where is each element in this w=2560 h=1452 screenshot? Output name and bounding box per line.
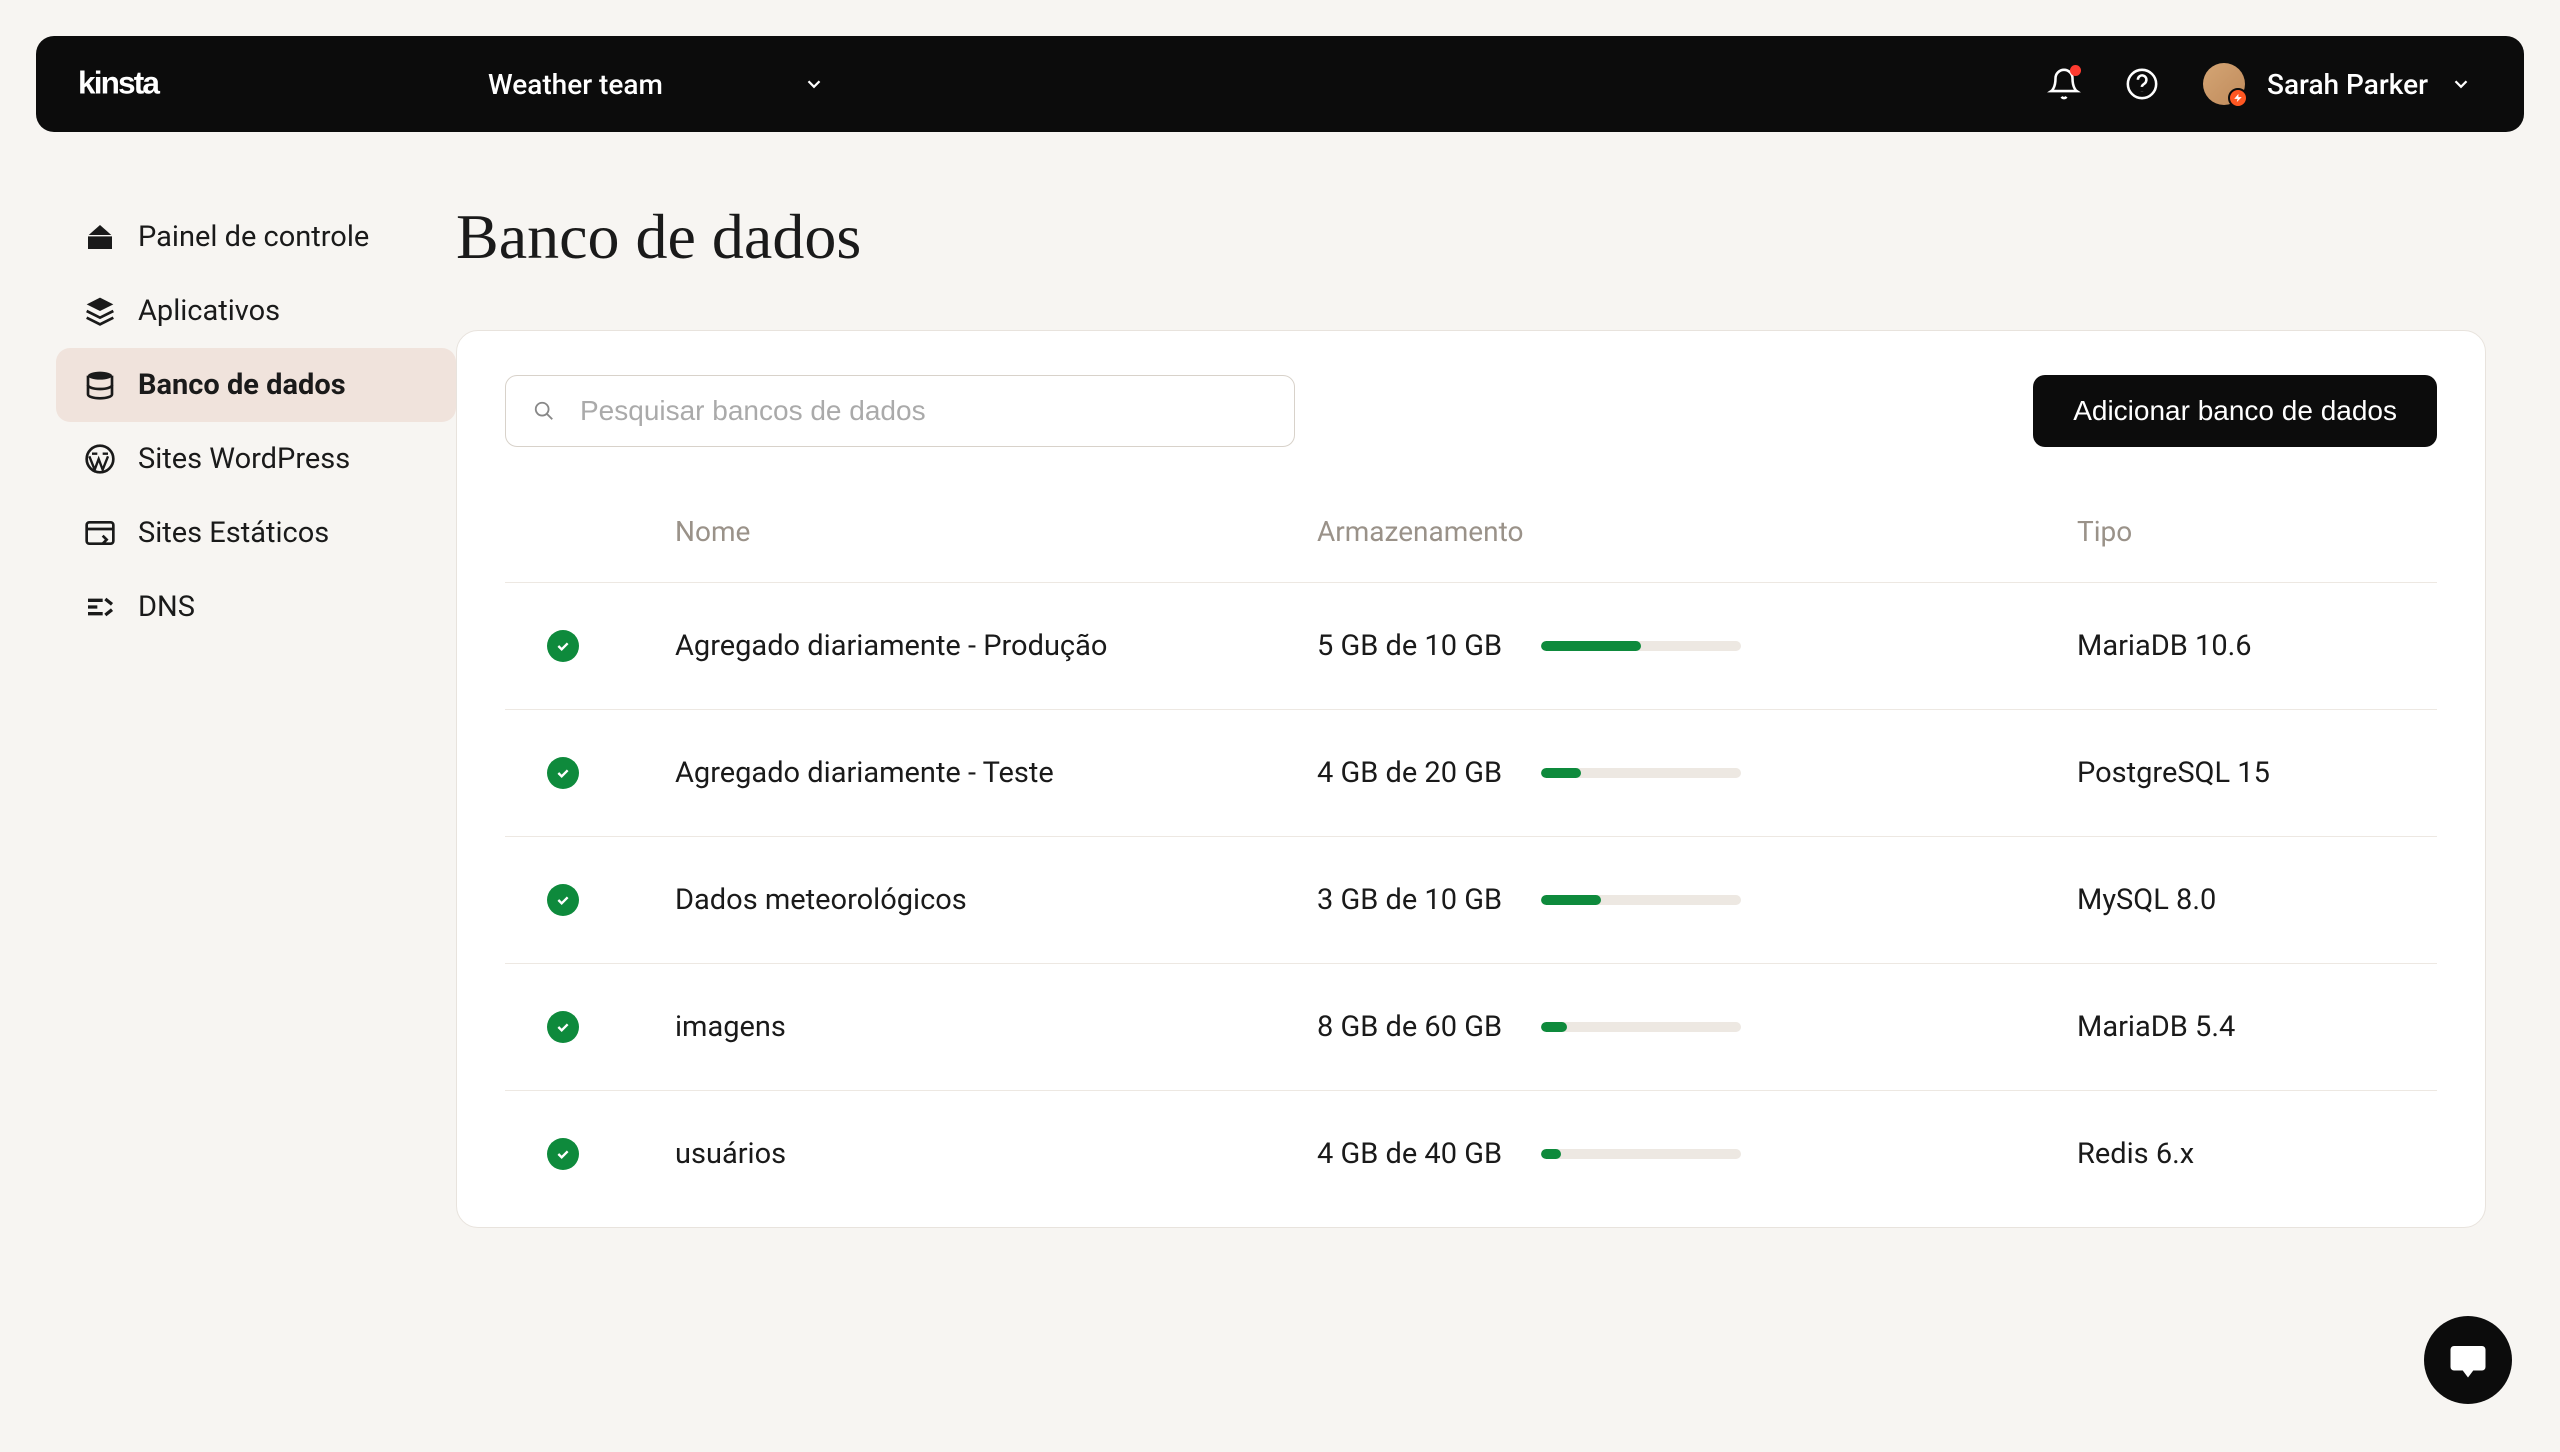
search-input[interactable] bbox=[505, 375, 1295, 447]
storage-text: 8 GB de 60 GB bbox=[1317, 1010, 1517, 1044]
status-ok-icon bbox=[547, 884, 579, 916]
sidebar-item-databases[interactable]: Banco de dados bbox=[56, 348, 456, 422]
storage-text: 3 GB de 10 GB bbox=[1317, 883, 1517, 917]
db-name: imagens bbox=[675, 1010, 1317, 1044]
top-header: kinsta Weather team Sarah Parker bbox=[36, 36, 2524, 132]
svg-text:kinsta: kinsta bbox=[78, 65, 160, 100]
storage-progress bbox=[1541, 1149, 1741, 1159]
dns-icon bbox=[84, 591, 116, 623]
db-type: PostgreSQL 15 bbox=[2077, 756, 2437, 790]
table-row[interactable]: Agregado diariamente - Produção 5 GB de … bbox=[505, 583, 2437, 710]
chat-icon bbox=[2447, 1339, 2489, 1381]
db-name: usuários bbox=[675, 1137, 1317, 1171]
user-menu[interactable]: Sarah Parker bbox=[2203, 63, 2472, 105]
sidebar-item-dns[interactable]: DNS bbox=[56, 570, 456, 644]
db-name: Agregado diariamente - Produção bbox=[675, 629, 1317, 663]
sidebar-item-applications[interactable]: Aplicativos bbox=[56, 274, 456, 348]
search-icon bbox=[533, 400, 555, 422]
sidebar-item-label: Painel de controle bbox=[138, 220, 369, 254]
status-ok-icon bbox=[547, 1138, 579, 1170]
storage-progress bbox=[1541, 768, 1741, 778]
help-button[interactable] bbox=[2125, 67, 2159, 101]
chat-widget[interactable] bbox=[2424, 1316, 2512, 1404]
team-name: Weather team bbox=[488, 68, 663, 101]
status-ok-icon bbox=[547, 630, 579, 662]
sidebar-item-label: Aplicativos bbox=[138, 294, 280, 328]
db-name: Dados meteorológicos bbox=[675, 883, 1317, 917]
col-name: Nome bbox=[675, 515, 1317, 548]
team-selector[interactable]: Weather team bbox=[488, 68, 825, 101]
notification-dot bbox=[2070, 65, 2081, 76]
sidebar-item-label: Sites WordPress bbox=[138, 442, 350, 476]
browser-icon bbox=[84, 517, 116, 549]
storage-text: 4 GB de 20 GB bbox=[1317, 756, 1517, 790]
database-icon bbox=[84, 369, 116, 401]
notifications-button[interactable] bbox=[2047, 67, 2081, 101]
table-row[interactable]: usuários 4 GB de 40 GB Redis 6.x bbox=[505, 1091, 2437, 1227]
sidebar-item-wordpress[interactable]: Sites WordPress bbox=[56, 422, 456, 496]
help-icon bbox=[2125, 67, 2159, 101]
layers-icon bbox=[84, 295, 116, 327]
avatar-bolt-badge bbox=[2228, 88, 2248, 108]
col-type: Tipo bbox=[2077, 515, 2437, 548]
sidebar-item-label: Sites Estáticos bbox=[138, 516, 329, 550]
chevron-down-icon bbox=[2450, 73, 2472, 95]
storage-progress bbox=[1541, 641, 1741, 651]
wordpress-icon bbox=[84, 443, 116, 475]
sidebar-item-static-sites[interactable]: Sites Estáticos bbox=[56, 496, 456, 570]
table-row[interactable]: imagens 8 GB de 60 GB MariaDB 5.4 bbox=[505, 964, 2437, 1091]
home-icon bbox=[84, 221, 116, 253]
status-ok-icon bbox=[547, 757, 579, 789]
avatar bbox=[2203, 63, 2245, 105]
database-panel: Adicionar banco de dados Nome Armazename… bbox=[456, 330, 2486, 1228]
db-type: MariaDB 10.6 bbox=[2077, 629, 2437, 663]
chevron-down-icon bbox=[803, 73, 825, 95]
db-type: MariaDB 5.4 bbox=[2077, 1010, 2437, 1044]
sidebar: Painel de controle Aplicativos Banco de … bbox=[36, 200, 456, 1228]
sidebar-item-label: DNS bbox=[138, 590, 195, 624]
search-wrapper bbox=[505, 375, 1295, 447]
storage-progress bbox=[1541, 1022, 1741, 1032]
sidebar-item-dashboard[interactable]: Painel de controle bbox=[56, 200, 456, 274]
status-ok-icon bbox=[547, 1011, 579, 1043]
table-row[interactable]: Agregado diariamente - Teste 4 GB de 20 … bbox=[505, 710, 2437, 837]
db-name: Agregado diariamente - Teste bbox=[675, 756, 1317, 790]
storage-text: 5 GB de 10 GB bbox=[1317, 629, 1517, 663]
storage-text: 4 GB de 40 GB bbox=[1317, 1137, 1517, 1171]
sidebar-item-label: Banco de dados bbox=[138, 368, 346, 402]
add-database-button[interactable]: Adicionar banco de dados bbox=[2033, 375, 2437, 447]
storage-progress bbox=[1541, 895, 1741, 905]
table-row[interactable]: Dados meteorológicos 3 GB de 10 GB MySQL… bbox=[505, 837, 2437, 964]
page-title: Banco de dados bbox=[456, 200, 2486, 274]
col-storage: Armazenamento bbox=[1317, 515, 2077, 548]
database-table: Nome Armazenamento Tipo Agregado diariam… bbox=[505, 477, 2437, 1227]
user-name: Sarah Parker bbox=[2267, 68, 2428, 101]
kinsta-logo[interactable]: kinsta bbox=[78, 65, 208, 103]
table-header: Nome Armazenamento Tipo bbox=[505, 477, 2437, 583]
db-type: Redis 6.x bbox=[2077, 1137, 2437, 1171]
db-type: MySQL 8.0 bbox=[2077, 883, 2437, 917]
